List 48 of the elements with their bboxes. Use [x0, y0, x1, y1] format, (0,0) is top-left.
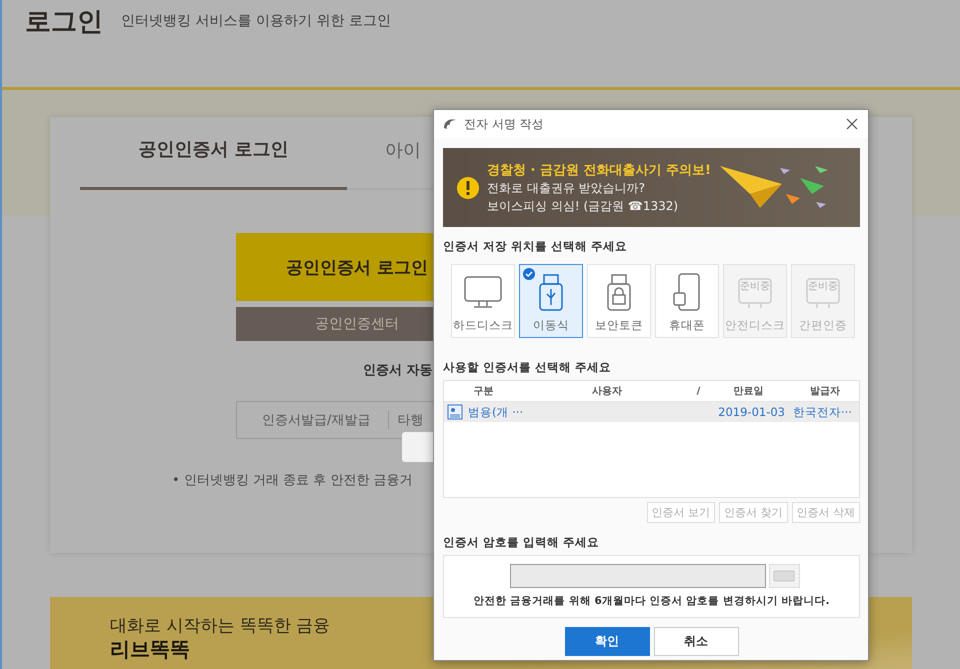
certificate-action-button[interactable]: 인증서 찾기 [719, 502, 788, 523]
preparing-label: 준비중 [808, 280, 838, 293]
table-cell: 범용(개 ··· [468, 404, 524, 420]
page-title: 로그인 [25, 6, 103, 39]
notice-text: • 인터넷뱅킹 거래 종료 후 안전한 금융거 [172, 472, 414, 489]
storage-option[interactable]: 이동식 [519, 264, 583, 338]
monitor-icon [463, 275, 503, 311]
warning-text: 전화로 대출권유 받았습니까? [487, 180, 646, 196]
storage-option[interactable]: 하드디스크 [451, 264, 515, 338]
certificate-action-button[interactable]: 인증서 삭제 [792, 502, 860, 523]
close-icon [846, 118, 858, 130]
section-label: 사용할 인증서를 선택해 주세요 [443, 360, 612, 375]
column-header: 발급자 [809, 385, 841, 398]
page-subtitle: 인터넷뱅킹 서비스를 이용하기 위한 로그인 [121, 12, 391, 30]
warning-headline: 경찰청 · 금감원 전화대출사기 주의보! [487, 162, 711, 178]
password-field[interactable] [510, 564, 766, 588]
link[interactable]: 타행 [388, 411, 424, 429]
phone-icon [672, 273, 702, 313]
column-header: 사용자 [591, 385, 623, 398]
storage-option[interactable]: 보안토큰 [587, 264, 651, 338]
warning-icon [457, 176, 479, 198]
certificate-row[interactable]: 범용(개 ··· 2019-01-03 한국전자··· [444, 402, 859, 422]
close-button[interactable] [844, 116, 860, 132]
table-cell-text: 2019-01-03 [717, 405, 786, 419]
certificate-icon [447, 404, 463, 420]
keyboard-icon [773, 570, 795, 582]
keyboard-button[interactable] [768, 564, 800, 588]
column-header: 만료일 [732, 385, 764, 398]
table-cell-text: 한국전자··· [792, 404, 853, 420]
dialog-title: 전자 서명 작성 [464, 116, 544, 132]
dialog-button[interactable]: 취소 [654, 627, 738, 656]
section-label: 인증서 암호를 입력해 주세요 [443, 535, 600, 550]
link[interactable]: 인증서발급/재발급 [237, 411, 388, 429]
dialog-button[interactable]: 확인 [564, 627, 650, 656]
column-header: 구분 [472, 385, 494, 398]
storage-option[interactable]: 휴대폰 [655, 264, 719, 338]
login-tab[interactable]: 공인인증서 로그인 [80, 117, 347, 190]
column-header: / [696, 386, 702, 396]
certificate-action-button[interactable]: 인증서 보기 [646, 502, 715, 523]
preparing-label: 준비중 [740, 280, 770, 293]
warning-text: 보이스피싱 의심! (금감원 ☎1332) [487, 198, 680, 214]
password-notice: 안전한 금융거래를 위해 6개월마다 인증서 암호를 변경하시기 바랍니다. [474, 594, 830, 608]
promo-text: 대화로 시작하는 똑똑한 금융 [110, 615, 330, 637]
auto-label: 인증서 자동 [363, 362, 433, 379]
promo-title: 리브똑똑 [110, 637, 190, 661]
check-icon [523, 268, 535, 280]
usb-drive-icon [537, 274, 565, 312]
lock-token-icon [605, 274, 633, 312]
